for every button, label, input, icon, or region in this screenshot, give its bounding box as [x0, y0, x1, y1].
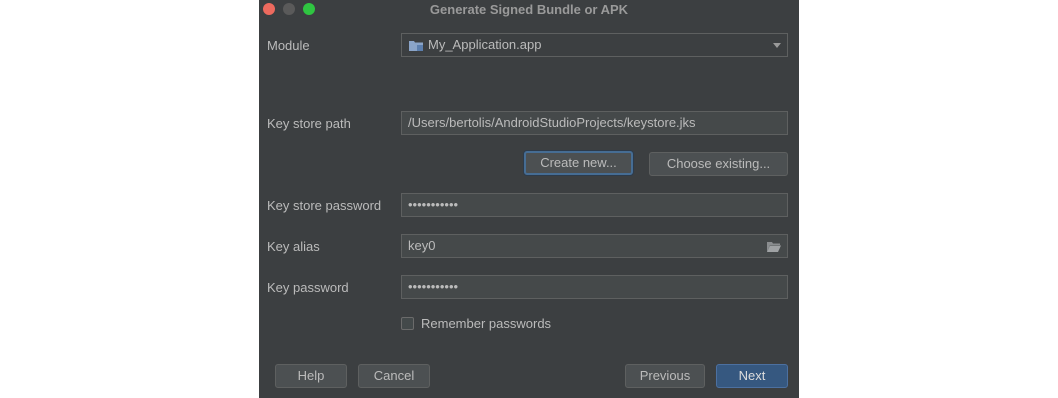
title-bar: Generate Signed Bundle or APK — [259, 0, 799, 20]
key-alias-field[interactable]: key0 — [401, 234, 788, 258]
dialog-title: Generate Signed Bundle or APK — [429, 2, 629, 17]
create-new-button[interactable]: Create new... — [524, 151, 633, 175]
previous-button[interactable]: Previous — [625, 364, 705, 388]
module-label: Module — [267, 38, 310, 53]
key-password-label: Key password — [267, 280, 349, 295]
module-select[interactable]: My_Application.app — [401, 33, 788, 57]
next-button[interactable]: Next — [716, 364, 788, 388]
signed-bundle-dialog: Generate Signed Bundle or APK Module My_… — [259, 0, 799, 398]
key-alias-value: key0 — [408, 238, 436, 253]
remember-passwords-checkbox[interactable] — [401, 317, 414, 330]
keystore-path-label: Key store path — [267, 116, 351, 131]
chevron-down-icon[interactable] — [773, 43, 781, 48]
remember-passwords-label[interactable]: Remember passwords — [421, 316, 551, 331]
module-folder-icon — [409, 41, 423, 51]
key-alias-label: Key alias — [267, 239, 320, 254]
module-value: My_Application.app — [428, 37, 542, 52]
help-button[interactable]: Help — [275, 364, 347, 388]
keystore-password-label: Key store password — [267, 198, 382, 213]
keystore-password-field[interactable]: ••••••••••• — [401, 193, 788, 217]
keystore-path-field[interactable]: /Users/bertolis/AndroidStudioProjects/ke… — [401, 111, 788, 135]
choose-existing-button[interactable]: Choose existing... — [649, 152, 788, 176]
folder-browse-icon[interactable] — [767, 241, 781, 252]
key-password-field[interactable]: ••••••••••• — [401, 275, 788, 299]
cancel-button[interactable]: Cancel — [358, 364, 430, 388]
